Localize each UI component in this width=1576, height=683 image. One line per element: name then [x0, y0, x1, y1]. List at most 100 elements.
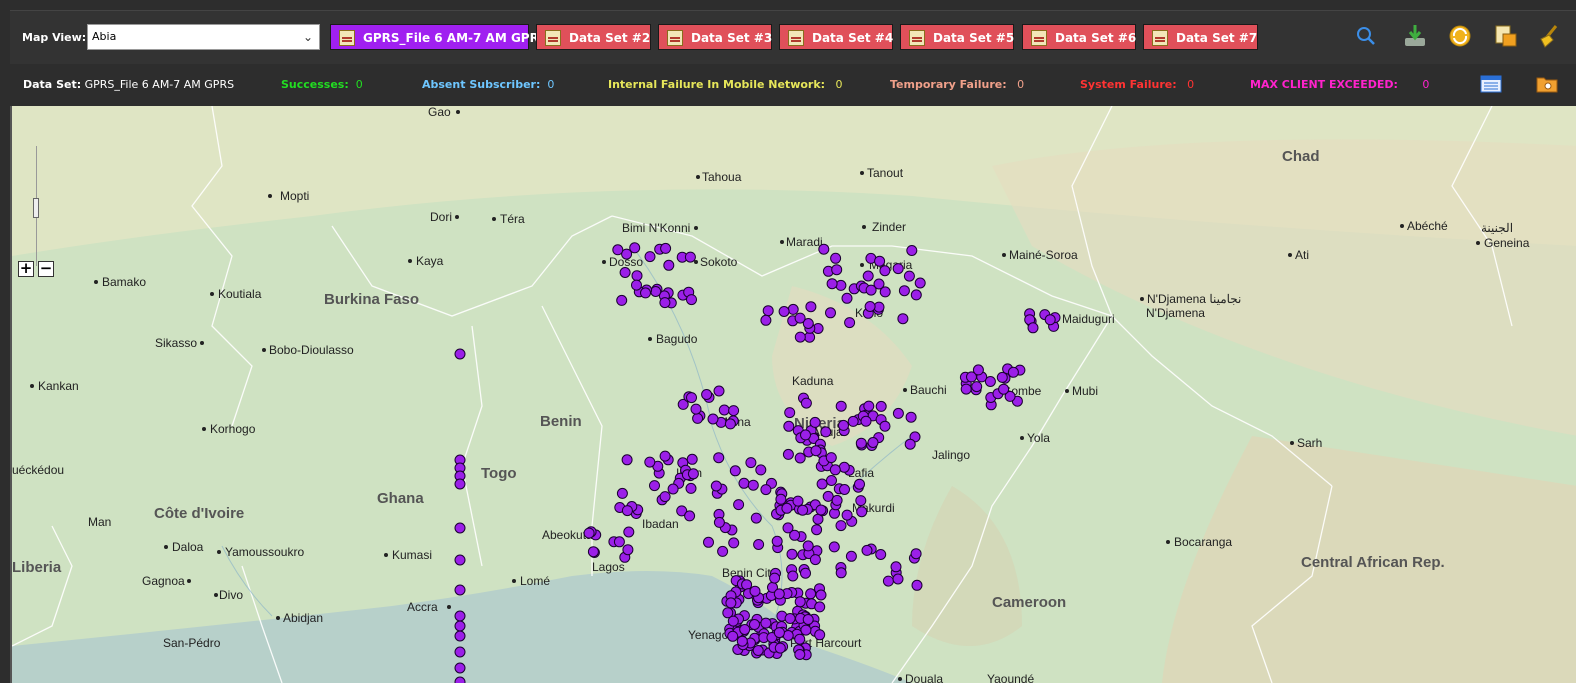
event-marker[interactable]: [629, 242, 641, 254]
event-marker[interactable]: [684, 251, 696, 263]
event-marker[interactable]: [825, 307, 836, 319]
event-marker[interactable]: [862, 270, 874, 282]
event-marker[interactable]: [998, 383, 1010, 395]
event-marker[interactable]: [810, 445, 822, 457]
event-marker[interactable]: [667, 483, 679, 495]
event-marker[interactable]: [786, 548, 798, 560]
event-marker[interactable]: [1044, 314, 1056, 326]
event-marker[interactable]: [838, 461, 850, 473]
event-marker[interactable]: [890, 561, 902, 573]
download-icon[interactable]: [1402, 23, 1428, 49]
map-canvas[interactable]: Chad Burkina Faso Benin Nigeria Togo Gha…: [12, 106, 1576, 683]
event-marker[interactable]: [781, 502, 793, 514]
event-marker[interactable]: [749, 585, 761, 597]
event-marker[interactable]: [1007, 366, 1019, 378]
event-marker[interactable]: [800, 624, 812, 636]
event-marker[interactable]: [616, 294, 628, 306]
event-marker[interactable]: [753, 539, 765, 550]
event-marker[interactable]: [818, 243, 830, 255]
event-marker[interactable]: [775, 493, 787, 505]
event-marker[interactable]: [809, 554, 821, 566]
event-marker[interactable]: [728, 537, 740, 549]
event-marker[interactable]: [831, 264, 843, 276]
event-marker[interactable]: [844, 317, 856, 329]
event-marker[interactable]: [718, 404, 730, 416]
event-marker[interactable]: [454, 676, 466, 683]
event-marker[interactable]: [623, 526, 635, 538]
event-marker[interactable]: [760, 314, 772, 326]
event-marker[interactable]: [454, 522, 466, 534]
event-marker[interactable]: [454, 584, 466, 596]
dataset-tab-2[interactable]: Data Set #2: [536, 24, 651, 50]
event-marker[interactable]: [906, 245, 918, 256]
event-marker[interactable]: [828, 541, 840, 553]
event-marker[interactable]: [897, 313, 909, 325]
event-marker[interactable]: [838, 419, 849, 431]
event-marker[interactable]: [914, 277, 926, 289]
event-marker[interactable]: [717, 545, 729, 557]
event-marker[interactable]: [816, 478, 828, 490]
event-marker[interactable]: [809, 416, 821, 428]
refresh-icon[interactable]: [1447, 23, 1473, 49]
event-marker[interactable]: [815, 504, 827, 516]
event-marker[interactable]: [587, 546, 599, 558]
event-marker[interactable]: [794, 649, 806, 660]
event-marker[interactable]: [701, 389, 713, 400]
event-marker[interactable]: [727, 615, 739, 627]
event-marker[interactable]: [971, 381, 983, 393]
event-marker[interactable]: [805, 588, 817, 600]
event-marker[interactable]: [686, 294, 697, 306]
event-marker[interactable]: [879, 420, 891, 432]
event-marker[interactable]: [892, 263, 904, 275]
event-marker[interactable]: [755, 464, 767, 476]
event-marker[interactable]: [805, 301, 817, 313]
event-marker[interactable]: [826, 475, 837, 486]
event-marker[interactable]: [905, 411, 917, 423]
event-marker[interactable]: [802, 540, 814, 552]
event-marker[interactable]: [663, 259, 675, 271]
event-marker[interactable]: [814, 629, 826, 641]
event-marker[interactable]: [782, 448, 794, 460]
event-marker[interactable]: [826, 278, 838, 290]
event-marker[interactable]: [800, 567, 811, 579]
event-marker[interactable]: [904, 438, 916, 450]
event-marker[interactable]: [583, 527, 595, 539]
dataset-tab-4[interactable]: Data Set #4: [779, 24, 893, 50]
dataset-tab-6[interactable]: Data Set #6: [1022, 24, 1136, 50]
event-marker[interactable]: [882, 575, 894, 587]
search-icon[interactable]: [1353, 23, 1379, 49]
event-marker[interactable]: [631, 279, 642, 291]
event-marker[interactable]: [789, 529, 801, 541]
event-marker[interactable]: [736, 635, 748, 647]
event-marker[interactable]: [972, 364, 984, 376]
event-marker[interactable]: [640, 287, 651, 299]
event-marker[interactable]: [650, 286, 662, 297]
event-marker[interactable]: [815, 589, 827, 601]
event-marker[interactable]: [644, 456, 656, 468]
event-marker[interactable]: [733, 499, 745, 511]
event-marker[interactable]: [773, 627, 785, 639]
event-marker[interactable]: [613, 536, 625, 548]
event-marker[interactable]: [879, 265, 891, 277]
export-icon[interactable]: [1493, 23, 1519, 49]
event-marker[interactable]: [703, 536, 714, 548]
event-marker[interactable]: [454, 646, 466, 658]
map-view-select[interactable]: Abia ⌄: [87, 24, 320, 50]
event-marker[interactable]: [875, 400, 887, 412]
event-marker[interactable]: [619, 267, 631, 278]
event-marker[interactable]: [830, 252, 842, 264]
event-marker[interactable]: [841, 292, 853, 304]
event-marker[interactable]: [762, 305, 774, 317]
event-marker[interactable]: [835, 400, 847, 412]
event-marker[interactable]: [454, 662, 466, 674]
dataset-tab-3[interactable]: Data Set #3: [658, 24, 772, 50]
event-marker[interactable]: [739, 624, 751, 635]
event-marker[interactable]: [811, 524, 823, 536]
event-marker[interactable]: [903, 270, 915, 282]
event-marker[interactable]: [454, 348, 466, 360]
event-marker[interactable]: [794, 331, 806, 343]
event-marker[interactable]: [690, 403, 702, 415]
event-marker[interactable]: [749, 619, 760, 630]
event-marker[interactable]: [649, 480, 660, 492]
event-marker[interactable]: [854, 478, 865, 490]
